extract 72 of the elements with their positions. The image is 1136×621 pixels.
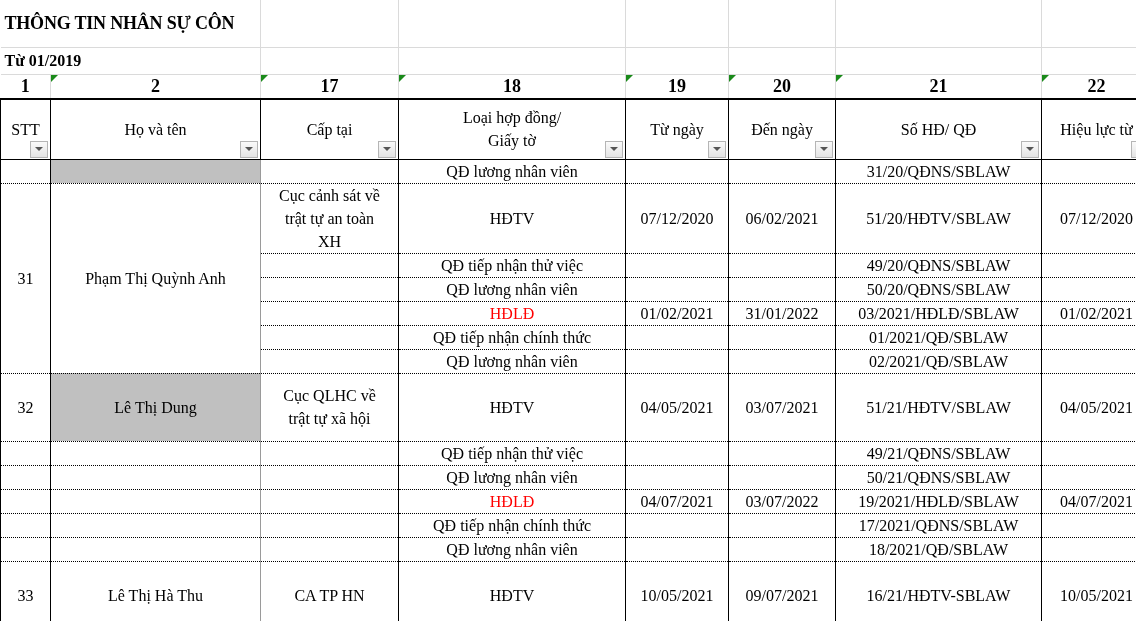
column-header: STT (11, 119, 40, 140)
table-cell: 03/2021/HĐLĐ/SBLAW (835, 301, 1042, 325)
caret-icon (383, 147, 391, 151)
table-cell: 51/21/HĐTV/SBLAW (835, 373, 1042, 441)
column-number: 20 (728, 74, 836, 99)
table-cell: 06/02/2021 (728, 183, 836, 253)
table-cell: 03/07/2021 (728, 373, 836, 441)
table-cell: 04/07/2021 (625, 489, 729, 513)
caret-icon (1026, 147, 1034, 151)
caret-icon (820, 147, 828, 151)
table-cell: 49/20/QĐNS/SBLAW (835, 253, 1042, 277)
filter-dropdown-button[interactable] (30, 140, 48, 158)
filter-dropdown-button[interactable] (708, 140, 726, 158)
table-cell: 50/20/QĐNS/SBLAW (835, 277, 1042, 301)
table-cell: QĐ lương nhân viên (398, 277, 626, 301)
column-number: 21 (835, 74, 1042, 99)
table-cell: QĐ lương nhân viên (398, 537, 626, 561)
table-cell: 01/2021/QĐ/SBLAW (835, 325, 1042, 349)
table-cell: Cục QLHC về trật tự xã hội (260, 373, 399, 441)
table-cell: 18/2021/QĐ/SBLAW (835, 537, 1042, 561)
table-cell: Lê Thị Dung (50, 373, 261, 441)
table-cell: 50/21/QĐNS/SBLAW (835, 465, 1042, 489)
caret-icon (713, 147, 721, 151)
sheet-title: THÔNG TIN NHÂN SỰ CÔN (3, 12, 235, 33)
column-header: Họ và tên (124, 119, 187, 140)
column-header: Đến ngày (751, 119, 813, 141)
column-header: Cấp tại (306, 119, 353, 141)
table-cell: 31 (0, 183, 51, 373)
column-number: 19 (625, 74, 729, 99)
table-cell: QĐ lương nhân viên (398, 465, 626, 489)
caret-icon (35, 147, 43, 151)
table-cell: QĐ tiếp nhận thử việc (398, 253, 626, 277)
filter-dropdown-button[interactable] (378, 140, 396, 158)
column-header: Số HĐ/ QĐ (900, 119, 977, 140)
table-cell: 03/07/2022 (728, 489, 836, 513)
table-cell: 31/20/QĐNS/SBLAW (835, 159, 1042, 183)
filter-dropdown-button[interactable] (1021, 140, 1039, 158)
caret-icon (245, 147, 253, 151)
table-cell: 19/2021/HĐLĐ/SBLAW (835, 489, 1042, 513)
sheet-subtitle: Từ 01/2019 (3, 52, 82, 69)
table-cell: 04/05/2021 (625, 373, 729, 441)
table-cell: 02/2021/QĐ/SBLAW (835, 349, 1042, 373)
table-cell: QĐ lương nhân viên (398, 159, 626, 183)
column-header: Từ ngày (650, 119, 704, 141)
table-cell: 17/2021/QĐNS/SBLAW (835, 513, 1042, 537)
column-number: 22 (1041, 74, 1136, 99)
table-cell: HĐTV (398, 183, 626, 253)
table-cell: HĐTV (398, 373, 626, 441)
table-cell: HĐLĐ (398, 489, 626, 513)
table-cell: 32 (0, 373, 51, 441)
table-cell: 07/12/2020 (625, 183, 729, 253)
column-number: 1 (0, 74, 51, 99)
filter-dropdown-button[interactable] (815, 140, 833, 158)
table-cell: Cục cảnh sát về trật tự an toàn XH (260, 183, 399, 253)
filter-dropdown-button[interactable] (240, 140, 258, 158)
filter-dropdown-button[interactable] (605, 140, 623, 158)
table-cell: 33 (0, 561, 51, 621)
table-cell: 31/01/2022 (728, 301, 836, 325)
caret-icon (610, 147, 618, 151)
column-header: Loại hợp đồng/ Giấy tờ (462, 108, 562, 152)
column-number: 17 (260, 74, 399, 99)
table-cell: 01/02/2021 (625, 301, 729, 325)
table-cell: QĐ tiếp nhận thử việc (398, 441, 626, 465)
column-header: Hiệu lực từ (1060, 119, 1133, 140)
table-cell: 51/20/HĐTV/SBLAW (835, 183, 1042, 253)
table-cell: HĐLĐ (398, 301, 626, 325)
column-number: 2 (50, 74, 261, 99)
table-cell: QĐ tiếp nhận chính thức (398, 325, 626, 349)
table-cell: QĐ lương nhân viên (398, 349, 626, 373)
table-cell: 49/21/QĐNS/SBLAW (835, 441, 1042, 465)
table-cell: QĐ tiếp nhận chính thức (398, 513, 626, 537)
column-number: 18 (398, 74, 626, 99)
